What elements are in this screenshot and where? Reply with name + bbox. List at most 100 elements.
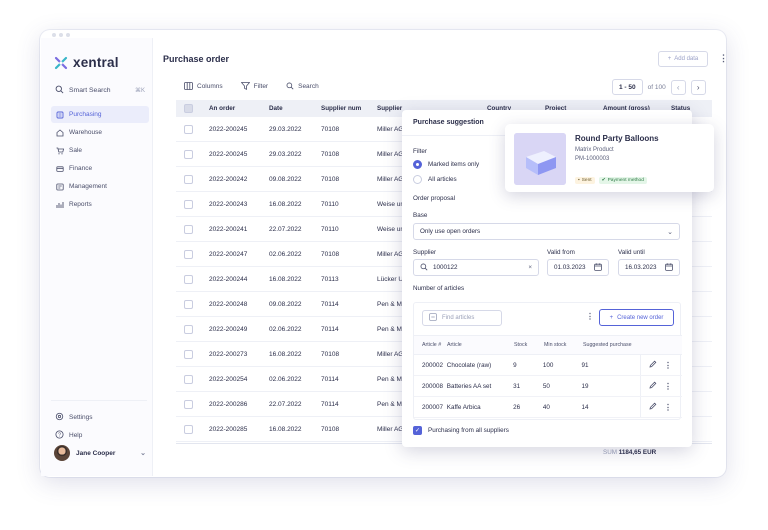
edit-icon[interactable] [649, 360, 657, 370]
row-checkbox[interactable] [184, 149, 193, 159]
cell-date: 09.08.2022 [269, 300, 302, 308]
edit-icon[interactable] [649, 402, 657, 412]
page-range[interactable]: 1 - 50 [612, 79, 643, 95]
sidebar-item-label: Sale [69, 147, 83, 154]
edit-icon[interactable] [649, 381, 657, 391]
radio-all-articles[interactable]: All articles [413, 175, 457, 184]
row-checkbox[interactable] [184, 399, 193, 409]
svg-text:?: ? [58, 432, 61, 438]
cell-order: 2022-200286 [209, 400, 248, 408]
articles-table-header: Article # Article Stock Min stock Sugges… [414, 335, 682, 355]
search-button[interactable]: Search [286, 82, 319, 90]
base-select[interactable]: Only use open orders ⌄ [413, 223, 680, 240]
valid-from-label: Valid from [547, 249, 575, 256]
sidebar-item-finance[interactable]: Finance [51, 160, 149, 177]
checkmark-icon: ✓ [413, 426, 422, 435]
more-options-icon[interactable]: ⋮ [664, 382, 672, 391]
select-all-checkbox[interactable] [184, 104, 193, 113]
more-options-icon[interactable]: ⋮ [664, 361, 672, 370]
page-total: of 100 [647, 83, 666, 91]
sum-total: SUM 1184,65 EUR [603, 449, 657, 456]
col-article: Article [447, 342, 462, 348]
cell-order: 2022-200249 [209, 325, 248, 333]
cell-suggested: 91 [581, 361, 589, 369]
cell-article-num: 200002 [422, 361, 444, 369]
row-checkbox[interactable] [184, 299, 193, 309]
cell-supplier-num: 70114 [321, 300, 339, 308]
app-name: xentral [73, 55, 119, 70]
page-title: Purchase order [163, 54, 230, 64]
radio-unselected-icon [413, 175, 422, 184]
row-checkbox[interactable] [184, 324, 193, 334]
row-checkbox[interactable] [184, 349, 193, 359]
col-suggested: Suggested purchase [583, 342, 632, 348]
product-card[interactable]: Round Party Balloons Matrix Product PM-1… [505, 124, 714, 192]
article-row[interactable]: 200007 Kaffe Arbica 26 40 14 ⋮ [414, 397, 682, 418]
row-checkbox[interactable] [184, 174, 193, 184]
calendar-icon[interactable] [665, 262, 673, 273]
cell-order: 2022-200285 [209, 425, 248, 433]
add-data-label: Add data [674, 56, 699, 62]
valid-from-input[interactable]: 01.03.2023 [547, 259, 609, 276]
next-page-button[interactable]: › [690, 79, 706, 95]
all-suppliers-label: Purchasing from all suppliers [428, 427, 509, 434]
sidebar-item-purchasing[interactable]: Purchasing [51, 106, 149, 123]
add-data-button[interactable]: + Add data [658, 51, 708, 67]
col-supplier-num[interactable]: Supplier num [321, 105, 377, 112]
user-menu[interactable]: Jane Cooper ⌄ [54, 445, 146, 461]
sidebar-item-management[interactable]: Management [51, 178, 149, 195]
cell-supplier-num: 70113 [321, 275, 339, 283]
row-checkbox[interactable] [184, 199, 193, 209]
create-new-order-button[interactable]: + Create new order [599, 309, 674, 326]
base-value: Only use open orders [420, 228, 481, 235]
row-checkbox[interactable] [184, 124, 193, 134]
articles-body: 200002 Chocolate (raw) 9 100 91 ⋮ 200008 Batter… [414, 355, 682, 418]
filter-button[interactable]: Filter [240, 82, 268, 90]
row-checkbox[interactable] [184, 224, 193, 234]
find-articles-input[interactable]: Find articles [422, 310, 502, 326]
columns-icon [184, 82, 193, 90]
settings-link[interactable]: Settings [55, 408, 145, 426]
more-options-icon[interactable]: ⋮ [664, 403, 672, 412]
article-row[interactable]: 200008 Batteries AA set 31 50 19 ⋮ [414, 376, 682, 397]
more-options-icon[interactable]: ⋮ [719, 53, 728, 64]
row-checkbox[interactable] [184, 424, 193, 434]
cell-suggested: 14 [581, 403, 589, 411]
clear-icon[interactable]: × [528, 264, 532, 271]
order-proposal-heading: Order proposal [413, 195, 455, 202]
row-checkbox[interactable] [184, 274, 193, 284]
row-checkbox[interactable] [184, 249, 193, 259]
row-checkbox[interactable] [184, 374, 193, 384]
sidebar-item-sale[interactable]: Sale [51, 142, 149, 159]
col-stock: Stock [514, 342, 528, 348]
logo[interactable]: xentral [54, 55, 119, 70]
columns-label: Columns [197, 82, 223, 90]
check-icon: ✔ [601, 178, 606, 183]
supplier-input[interactable]: 1000122 × [413, 259, 539, 276]
col-order[interactable]: An order [209, 105, 269, 112]
valid-from-value: 01.03.2023 [554, 264, 586, 271]
calendar-icon[interactable] [594, 262, 602, 273]
help-link[interactable]: ? Help [55, 426, 145, 444]
cell-order: 2022-200245 [209, 150, 248, 158]
radio-marked-items[interactable]: Marked items only [413, 160, 479, 169]
smart-search[interactable]: Smart Search ⌘K [55, 85, 145, 96]
cell-stock: 9 [513, 361, 517, 369]
sidebar-item-reports[interactable]: Reports [51, 196, 149, 213]
cell-supplier-num: 70114 [321, 375, 339, 383]
more-options-icon[interactable]: ⋮ [586, 312, 594, 321]
cell-supplier-num: 70108 [321, 350, 340, 358]
all-suppliers-checkbox[interactable]: ✓ Purchasing from all suppliers [413, 426, 509, 435]
divider [51, 400, 147, 401]
sidebar-item-warehouse[interactable]: Warehouse [51, 124, 149, 141]
valid-until-label: Valid until [618, 249, 645, 256]
columns-button[interactable]: Columns [184, 82, 223, 90]
row-actions: ⋮ [640, 397, 682, 417]
article-row[interactable]: 200002 Chocolate (raw) 9 100 91 ⋮ [414, 355, 682, 376]
valid-until-input[interactable]: 16.03.2023 [618, 259, 680, 276]
col-date[interactable]: Date [269, 105, 321, 112]
cell-supplier-num: 70108 [321, 125, 340, 133]
prev-page-button[interactable]: ‹ [670, 79, 686, 95]
sidebar-item-label: Warehouse [69, 129, 102, 136]
cart-icon [56, 147, 65, 155]
